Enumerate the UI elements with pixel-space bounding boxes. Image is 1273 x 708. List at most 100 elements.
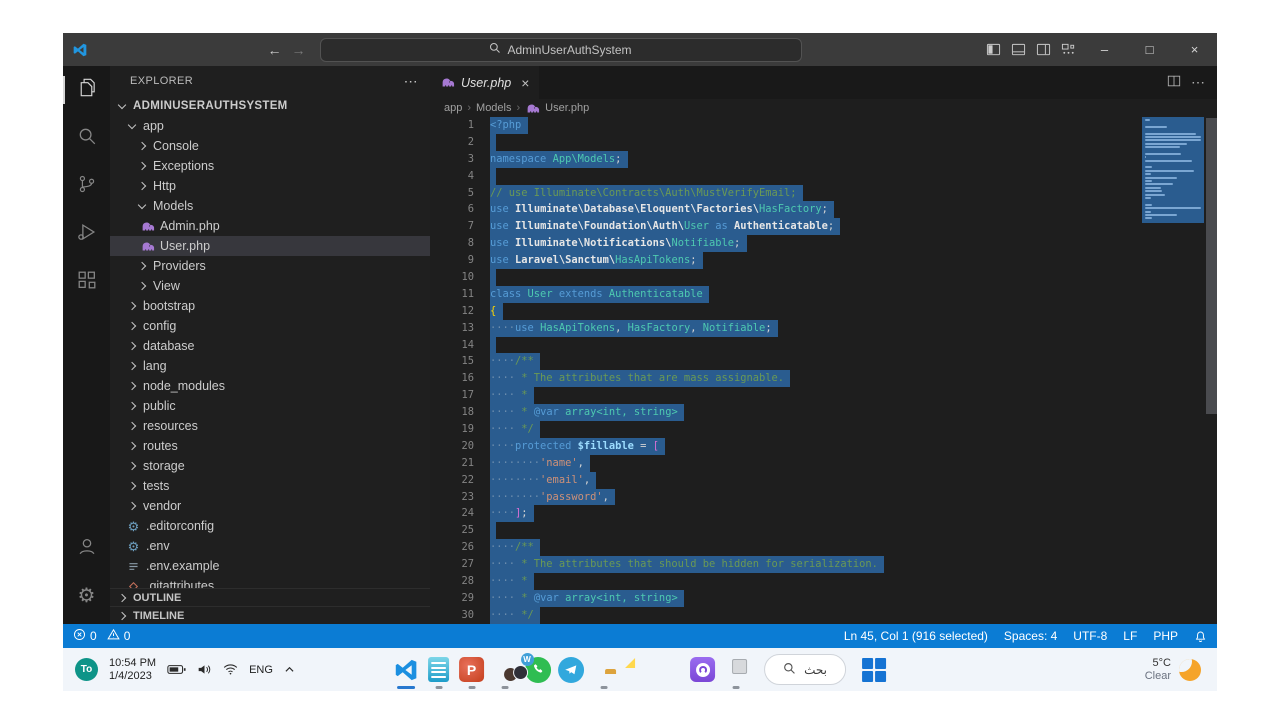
taskbar-app-vscode[interactable] [389,649,422,691]
forward-icon[interactable]: → [292,42,306,58]
back-icon[interactable]: ← [268,42,282,58]
taskbar-app-sticky-note-dark[interactable] [620,649,653,691]
clock[interactable]: 10:54 PM 1/4/2023 [109,657,156,683]
code-line-11[interactable]: 11class User extends Authenticatable [430,286,1217,303]
folder-routes[interactable]: routes [110,436,430,456]
code-line-27[interactable]: 27···· * The attributes that should be h… [430,556,1217,573]
toggle-panel-icon[interactable] [1011,42,1026,57]
minimize-icon[interactable]: – [1082,33,1127,66]
code-line-24[interactable]: 24····]; [430,505,1217,522]
encoding[interactable]: UTF-8 [1073,629,1107,643]
language-mode[interactable]: PHP [1153,629,1178,643]
close-tab-icon[interactable]: × [521,75,529,91]
code-area[interactable]: 1<?php 2 3namespace App\Models; 4 5// us… [430,117,1217,624]
code-line-17[interactable]: 17···· * [430,387,1217,404]
code-line-20[interactable]: 20····protected $fillable = [ [430,438,1217,455]
activity-account[interactable] [63,524,110,572]
code-line-25[interactable]: 25 [430,522,1217,539]
code-line-2[interactable]: 2 [430,134,1217,151]
folder-app[interactable]: app [110,116,430,136]
activity-settings[interactable]: ⚙ [63,572,110,620]
code-line-26[interactable]: 26····/** [430,539,1217,556]
breadcrumb-file[interactable]: User.php [545,102,589,114]
section-timeline[interactable]: TIMELINE [110,606,430,624]
code-line-30[interactable]: 30···· */ [430,607,1217,624]
cursor-position[interactable]: Ln 45, Col 1 (916 selected) [844,629,988,643]
command-center-search[interactable]: AdminUserAuthSystem [320,38,802,62]
customize-layout-icon[interactable] [1061,42,1076,57]
breadcrumb-app[interactable]: app [444,102,462,114]
code-line-29[interactable]: 29···· * @var array<int, string> [430,590,1217,607]
taskbar-app-chrome-profiles[interactable] [488,649,521,691]
file-gitattributes[interactable]: .gitattributes [110,576,430,588]
activity-extensions[interactable] [63,258,110,306]
more-actions-icon[interactable]: ⋯ [404,73,418,90]
input-language[interactable]: ENG [249,664,273,676]
battery-icon[interactable] [167,663,186,676]
tray-app-badge[interactable]: To [75,658,98,681]
file-editorconfig[interactable]: ⚙.editorconfig [110,516,430,536]
breadcrumb-models[interactable]: Models [476,102,511,114]
code-line-13[interactable]: 13····use HasApiTokens, HasFactory, Noti… [430,320,1217,337]
more-actions-icon[interactable]: ⋯ [1191,74,1205,91]
code-line-10[interactable]: 10 [430,269,1217,286]
indentation[interactable]: Spaces: 4 [1004,629,1057,643]
taskbar-app-screen-app[interactable] [719,649,752,691]
toggle-secondary-sidebar-icon[interactable] [1036,42,1051,57]
taskbar-app-purple-chat[interactable] [686,649,719,691]
code-line-9[interactable]: 9use Laravel\Sanctum\HasApiTokens; [430,252,1217,269]
code-line-22[interactable]: 22········'email', [430,472,1217,489]
code-line-12[interactable]: 12{ [430,303,1217,320]
folder-models[interactable]: Models [110,196,430,216]
code-line-15[interactable]: 15····/** [430,353,1217,370]
folder-view[interactable]: View [110,276,430,296]
code-line-16[interactable]: 16···· * The attributes that are mass as… [430,370,1217,387]
maximize-icon[interactable]: □ [1127,33,1172,66]
section-outline[interactable]: OUTLINE [110,588,430,606]
close-icon[interactable]: × [1172,33,1217,66]
activity-search[interactable] [63,114,110,162]
problems-indicator[interactable]: 0 0 [73,628,130,644]
file-user-php[interactable]: User.php [110,236,430,256]
folder-bootstrap[interactable]: bootstrap [110,296,430,316]
file-env-example[interactable]: .env.example [110,556,430,576]
activity-explorer[interactable] [63,66,110,114]
wifi-icon[interactable] [223,663,238,676]
activity-source-control[interactable] [63,162,110,210]
taskbar-search[interactable]: بحث [764,654,846,685]
start-button[interactable] [858,649,891,691]
folder-http[interactable]: Http [110,176,430,196]
file-env[interactable]: ⚙.env [110,536,430,556]
code-line-14[interactable]: 14 [430,337,1217,354]
code-line-8[interactable]: 8use Illuminate\Notifications\Notifiable… [430,235,1217,252]
folder-tests[interactable]: tests [110,476,430,496]
folder-exceptions[interactable]: Exceptions [110,156,430,176]
code-line-3[interactable]: 3namespace App\Models; [430,151,1217,168]
folder-config[interactable]: config [110,316,430,336]
speaker-icon[interactable] [197,663,212,676]
folder-storage[interactable]: storage [110,456,430,476]
code-line-5[interactable]: 5// use Illuminate\Contracts\Auth\MustVe… [430,185,1217,202]
folder-providers[interactable]: Providers [110,256,430,276]
taskbar-app-powerpoint[interactable]: P [455,649,488,691]
folder-public[interactable]: public [110,396,430,416]
taskbar-app-notepad[interactable] [422,649,455,691]
code-line-4[interactable]: 4 [430,168,1217,185]
taskbar-app-chrome[interactable] [653,649,686,691]
editor-scrollbar[interactable] [1206,118,1217,414]
folder-lang[interactable]: lang [110,356,430,376]
bell-icon[interactable] [1194,630,1207,643]
code-line-23[interactable]: 23········'password', [430,489,1217,506]
code-line-28[interactable]: 28···· * [430,573,1217,590]
taskbar-app-file-explorer[interactable] [587,649,620,691]
code-line-6[interactable]: 6use Illuminate\Database\Eloquent\Factor… [430,201,1217,218]
minimap[interactable] [1142,117,1204,223]
folder-console[interactable]: Console [110,136,430,156]
folder-vendor[interactable]: vendor [110,496,430,516]
code-line-19[interactable]: 19···· */ [430,421,1217,438]
activity-run-and-debug[interactable] [63,210,110,258]
tree-root-adminuserauthsystem[interactable]: ADMINUSERAUTHSYSTEM [110,96,430,116]
split-editor-icon[interactable] [1167,74,1181,91]
folder-node-modules[interactable]: node_modules [110,376,430,396]
code-line-21[interactable]: 21········'name', [430,455,1217,472]
